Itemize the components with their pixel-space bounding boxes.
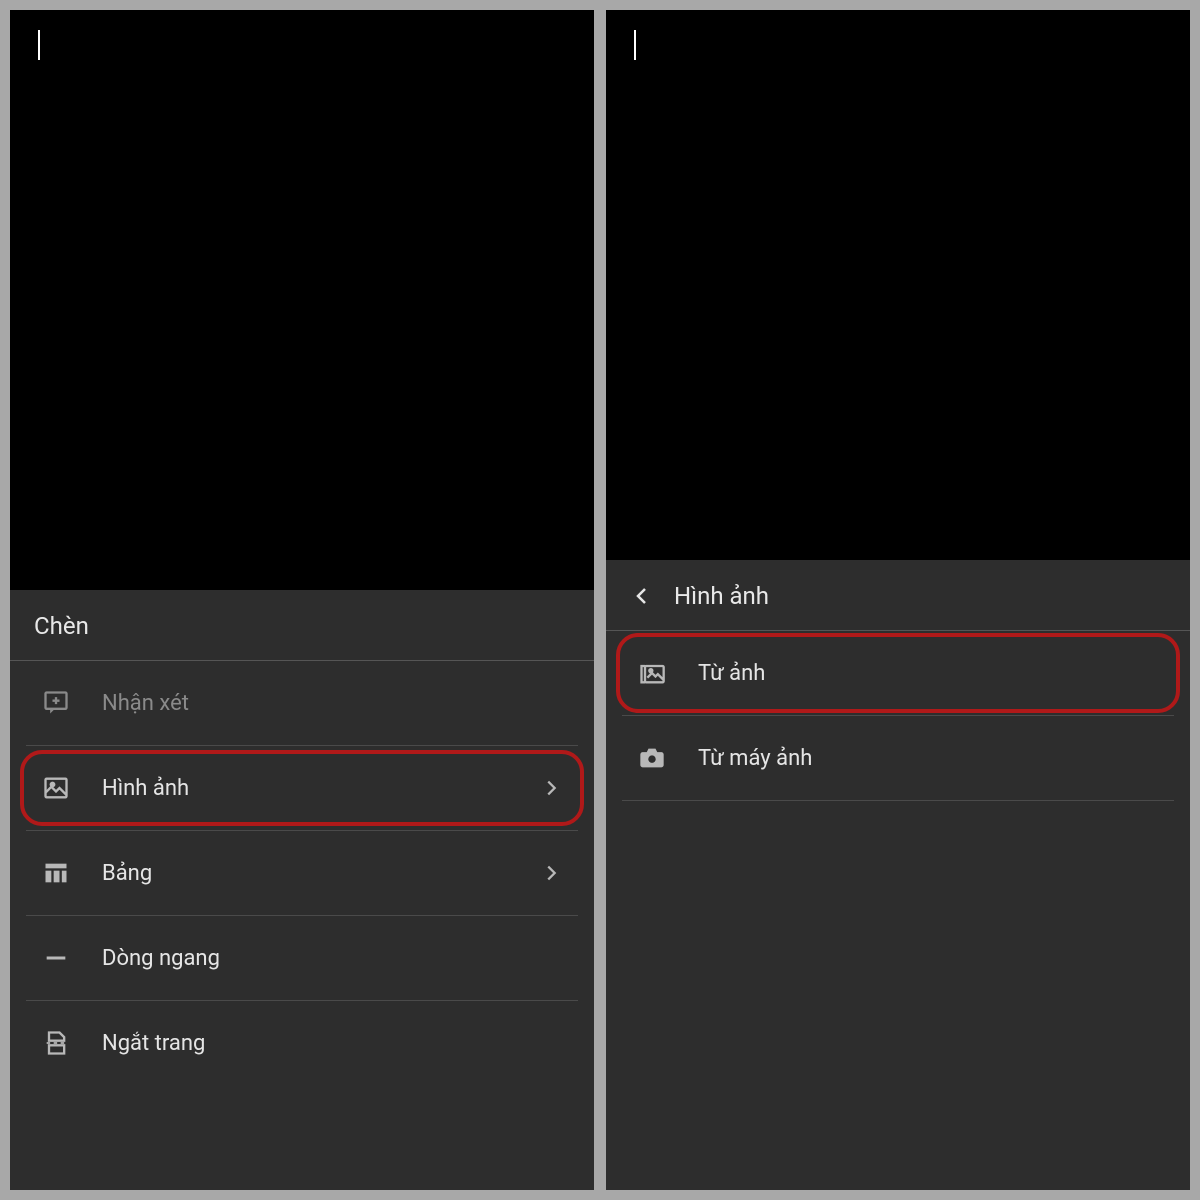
menu-item-label: Từ ảnh (698, 661, 765, 686)
horizontal-line-icon (42, 944, 70, 972)
document-canvas-right[interactable] (606, 10, 1190, 560)
camera-icon (638, 744, 666, 772)
sheet-title-label: Chèn (34, 612, 89, 640)
menu-item-horizontal-line[interactable]: Dòng ngang (26, 916, 578, 1001)
menu-list-left: Nhận xét Hình ảnh (10, 661, 594, 1115)
menu-item-label: Từ máy ảnh (698, 746, 812, 771)
menu-item-from-camera[interactable]: Từ máy ảnh (622, 716, 1174, 801)
insert-sheet: Chèn Nhận xét (10, 590, 594, 1190)
table-icon (42, 859, 70, 887)
page-break-icon (42, 1029, 70, 1057)
menu-item-image[interactable]: Hình ảnh (26, 746, 578, 831)
comment-add-icon (42, 689, 70, 717)
menu-item-label: Bảng (102, 861, 152, 886)
image-sheet: Hình ảnh Từ ảnh (606, 560, 1190, 1190)
menu-item-table[interactable]: Bảng (26, 831, 578, 916)
menu-item-label: Dòng ngang (102, 946, 220, 971)
document-canvas-left[interactable] (10, 10, 594, 590)
sheet-header-right: Hình ảnh (606, 560, 1190, 631)
phone-left: Chèn Nhận xét (10, 10, 594, 1190)
back-button[interactable] (630, 584, 654, 608)
menu-item-page-break[interactable]: Ngắt trang (26, 1001, 578, 1085)
menu-list-right: Từ ảnh Từ máy ảnh (606, 631, 1190, 831)
sheet-title-left: Chèn (10, 590, 594, 661)
photos-icon (638, 659, 666, 687)
text-cursor (38, 30, 40, 60)
chevron-right-icon (540, 862, 562, 884)
sheet-title-label: Hình ảnh (674, 582, 769, 610)
menu-item-label: Hình ảnh (102, 776, 189, 801)
menu-item-label: Nhận xét (102, 691, 189, 716)
menu-item-from-photos[interactable]: Từ ảnh (622, 631, 1174, 716)
menu-item-comment[interactable]: Nhận xét (26, 661, 578, 746)
text-cursor (634, 30, 636, 60)
chevron-right-icon (540, 777, 562, 799)
image-icon (42, 774, 70, 802)
menu-item-label: Ngắt trang (102, 1031, 205, 1056)
phone-right: Hình ảnh Từ ảnh (606, 10, 1190, 1190)
